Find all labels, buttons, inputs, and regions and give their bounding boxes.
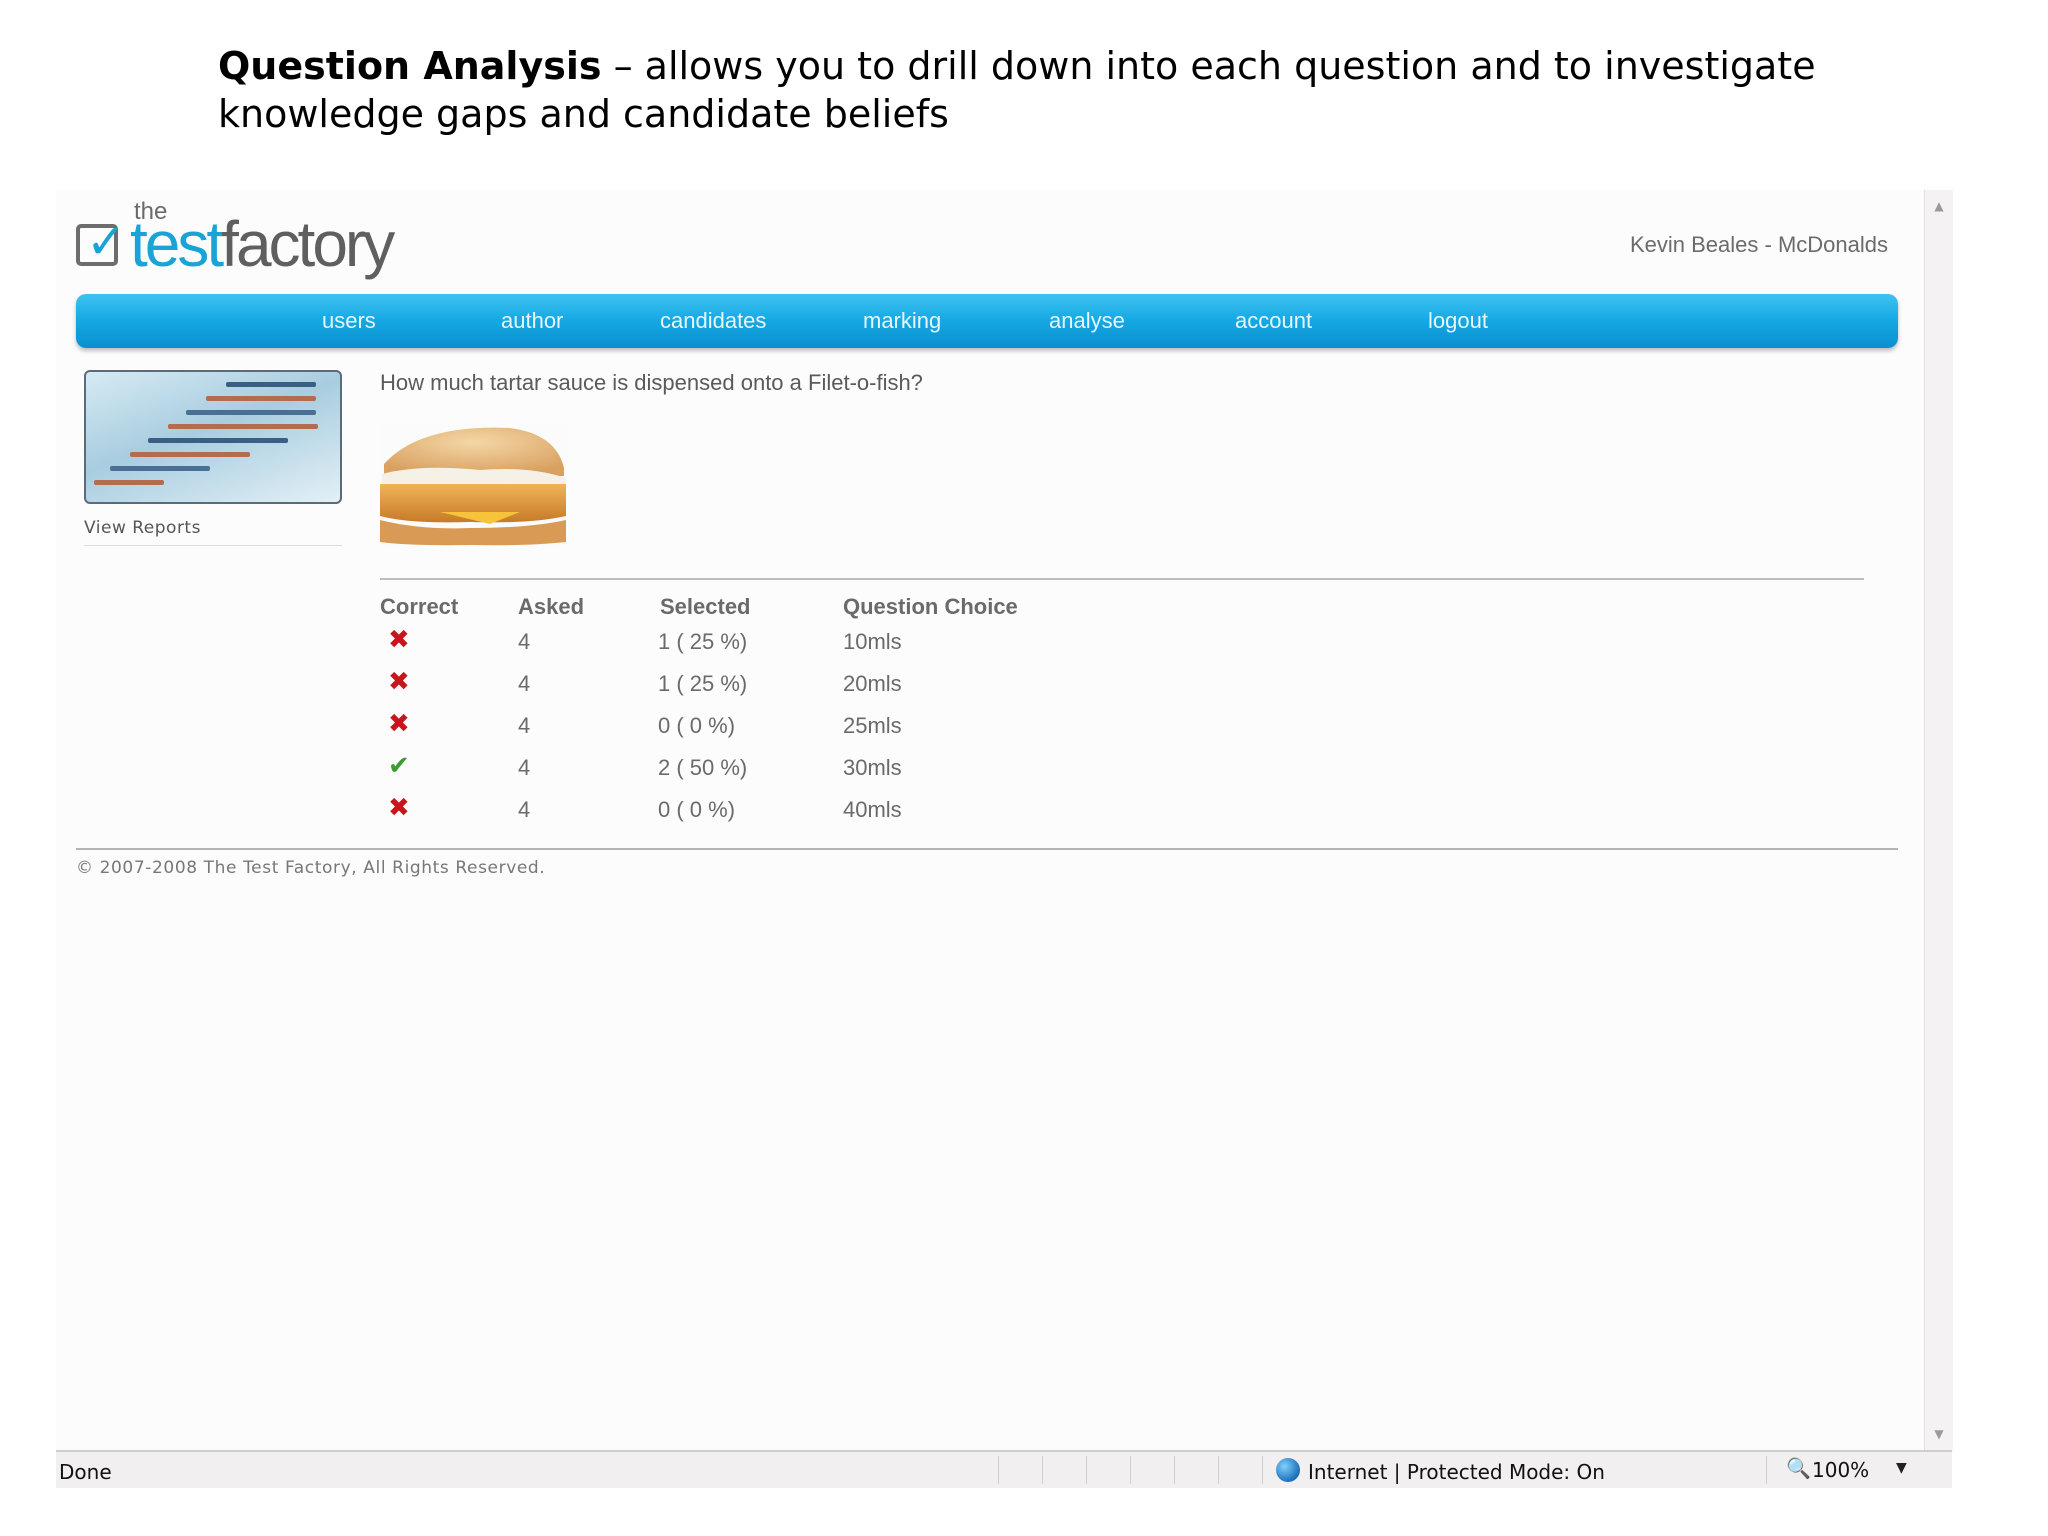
nav-author[interactable]: author [501,308,563,334]
status-separator [1086,1456,1087,1484]
thumb-bar [148,438,288,443]
selected-cell: 2 ( 50 %) [658,755,748,780]
cross-icon: ✖ [388,793,410,823]
logo-checkbox-icon: ✓ [76,214,126,270]
zoom-dropdown-arrow-icon[interactable]: ▼ [1896,1460,1907,1476]
scroll-up-arrow-icon[interactable]: ▲ [1925,194,1953,218]
slide-caption: Question Analysis – allows you to drill … [218,42,1918,138]
column-header-correct: Correct [380,594,459,619]
choice-cell: 30mls [843,755,902,780]
thumb-bar [94,480,164,485]
cross-icon: ✖ [388,625,410,655]
nav-analyse[interactable]: analyse [1049,308,1125,334]
logo-wordmark: testfactory [130,208,395,280]
caption-title: Question Analysis [218,44,602,88]
footer-rule [76,848,1898,850]
asked-cell: 4 [518,629,531,654]
status-separator [1218,1456,1219,1484]
status-separator [1766,1456,1767,1484]
status-separator [1262,1456,1263,1484]
filet-o-fish-image [380,424,566,546]
thumb-bar [168,424,318,429]
status-separator [1130,1456,1131,1484]
view-reports-image[interactable] [84,370,342,504]
nav-candidates[interactable]: candidates [660,308,766,334]
asked-cell: 4 [518,755,531,780]
column-header-selected: Selected [660,594,751,619]
view-reports-link[interactable]: View Reports [84,518,201,538]
nav-marking[interactable]: marking [863,308,941,334]
vertical-scrollbar[interactable]: ▲ ▼ [1924,190,1953,1450]
status-separator [1042,1456,1043,1484]
browser-statusbar: Done Internet | Protected Mode: On 🔍 100… [56,1450,1952,1488]
check-icon: ✔ [388,751,410,781]
status-text: Done [59,1460,112,1484]
status-separator [1174,1456,1175,1484]
thumb-bar [130,452,250,457]
nav-users[interactable]: users [322,308,376,334]
status-separator [998,1456,999,1484]
thumb-bar [110,466,210,471]
question-text: How much tartar sauce is dispensed onto … [380,370,923,395]
thumb-bar [186,410,316,415]
nav-account[interactable]: account [1235,308,1312,334]
zoom-level[interactable]: 100% [1812,1458,1869,1482]
nav-logout[interactable]: logout [1428,308,1488,334]
column-header-asked: Asked [518,594,585,619]
column-header-question-choice: Question Choice [843,594,1018,619]
choice-cell: 20mls [843,671,902,696]
copyright-text: © 2007-2008 The Test Factory, All Rights… [76,858,546,878]
asked-cell: 4 [518,797,531,822]
selected-cell: 1 ( 25 %) [658,671,748,696]
cross-icon: ✖ [388,667,410,697]
selected-cell: 0 ( 0 %) [658,797,736,822]
table-top-rule [380,578,1864,580]
selected-cell: 1 ( 25 %) [658,629,748,654]
sidebar-divider [84,545,342,546]
zoom-magnifier-icon[interactable]: 🔍 [1786,1456,1811,1480]
cross-icon: ✖ [388,709,410,739]
asked-cell: 4 [518,671,531,696]
scroll-down-arrow-icon[interactable]: ▼ [1925,1422,1953,1446]
choice-cell: 10mls [843,629,902,654]
selected-cell: 0 ( 0 %) [658,713,736,738]
user-label: Kevin Beales - McDonalds [1629,232,1888,257]
choice-cell: 25mls [843,713,902,738]
testfactory-logo[interactable]: the ✓ testfactory [76,198,416,290]
main-navbar: users author candidates marking analyse … [76,294,1898,348]
thumb-bar [206,396,316,401]
choice-cell: 40mls [843,797,902,822]
thumb-bar [226,382,316,387]
asked-cell: 4 [518,713,531,738]
globe-icon [1276,1458,1300,1482]
security-zone-text[interactable]: Internet | Protected Mode: On [1308,1460,1605,1484]
